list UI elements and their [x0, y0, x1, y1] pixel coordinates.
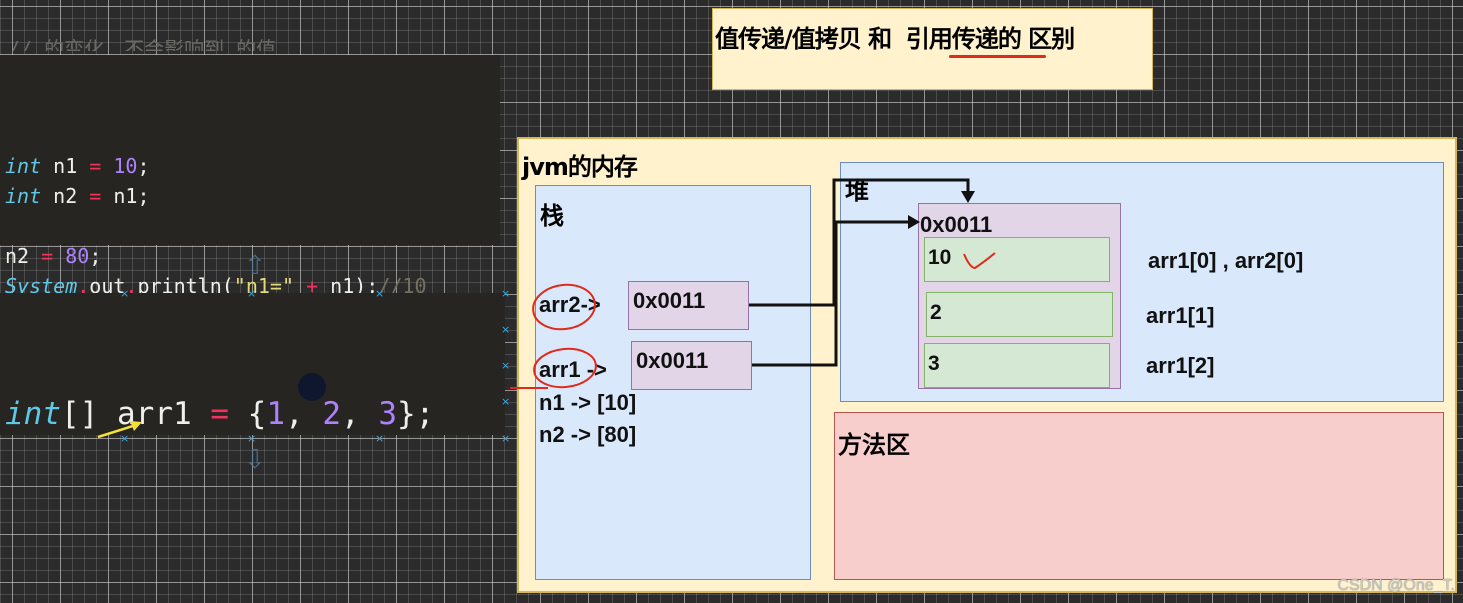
cell-label-arr-1: arr1[1]	[1146, 303, 1215, 328]
code-token: 10	[113, 154, 138, 178]
arr1-label: arr1 ->	[539, 357, 607, 382]
code-comment-faded: // 的变化，不会影响到 的值	[8, 39, 277, 51]
cell-label-arr-2: arr1[2]	[1146, 353, 1215, 378]
cell-value: 3	[928, 352, 940, 375]
code-token: ,	[340, 396, 379, 432]
mouse-cursor-dot	[298, 373, 326, 401]
code-token: 2	[322, 396, 341, 432]
code-token: int	[5, 154, 42, 178]
code-token: =	[210, 396, 229, 432]
code-token: n1	[41, 154, 90, 178]
arr1-pointer-value: 0x0011	[636, 348, 709, 373]
code-token: =	[41, 244, 54, 268]
heap-array-cell: 2	[926, 292, 1113, 337]
code-token: 80	[65, 244, 90, 268]
resize-up-arrow-icon[interactable]: ⇧	[244, 252, 266, 278]
method-area-region: 方法区	[834, 412, 1444, 580]
arr2-pointer-box: 0x0011	[628, 281, 749, 330]
arr2-pointer-value: 0x0011	[633, 288, 706, 313]
selection-handle[interactable]: ×	[375, 288, 384, 299]
code-token: ,	[284, 396, 323, 432]
stack-title: 栈	[540, 202, 564, 230]
heap-title: 堆	[845, 177, 869, 205]
code-token: 1	[266, 396, 285, 432]
selection-handle[interactable]: ×	[501, 396, 510, 407]
arr2-label: arr2->	[539, 292, 601, 317]
code-block-primitive: // 的变化，不会影响到 的值 int n1 = 10; int n2 = n1;…	[0, 39, 500, 328]
yellow-annotation-arrow-icon	[97, 421, 142, 439]
code-block-array: int[] arr1 = {1, 2, 3};int[] arr2 = arr1…	[0, 293, 505, 435]
title-underline-annotation	[949, 55, 1046, 58]
arr1-pointer-box: 0x0011	[631, 341, 752, 390]
heap-array-cell: 3	[924, 343, 1110, 388]
code-token: n2	[5, 244, 42, 268]
method-area-title: 方法区	[838, 431, 910, 459]
title-box: 值传递/值拷贝 和 引用传递的 区别	[712, 8, 1153, 90]
selection-handle[interactable]: ×	[120, 288, 129, 299]
code-token: n2	[41, 184, 90, 208]
code-line: int n1 = 10;	[0, 151, 500, 181]
code-line: int[] arr1 = {1, 2, 3};	[0, 391, 505, 435]
code-lines: int[] arr1 = {1, 2, 3};int[] arr2 = arr1…	[0, 391, 505, 435]
selection-handle[interactable]: ×	[501, 360, 510, 371]
cell-value: 10	[928, 246, 952, 269]
title-text: 值传递/值拷贝 和 引用传递的 区别	[715, 25, 1075, 53]
selection-handle[interactable]: ×	[501, 288, 510, 299]
code-token: ;	[137, 154, 150, 178]
cell-label-arr-0: arr1[0] , arr2[0]	[1148, 248, 1304, 273]
code-token: =	[89, 184, 102, 208]
selection-handle[interactable]: ×	[375, 433, 384, 444]
watermark: CSDN @One_T.	[1337, 577, 1455, 594]
code-token: int	[5, 184, 42, 208]
selection-handle[interactable]: ×	[247, 433, 256, 444]
code-token: ;	[89, 244, 102, 268]
code-token: =	[89, 154, 102, 178]
jvm-title: jvm的内存	[522, 153, 638, 181]
selection-handle[interactable]: ×	[247, 288, 256, 299]
n2-label: n2 -> [80]	[539, 422, 637, 447]
code-token: {	[228, 396, 267, 432]
selection-handle[interactable]: ×	[501, 324, 510, 335]
code-token: n1;	[101, 184, 150, 208]
code-line: int n2 = n1;	[0, 181, 500, 211]
heap-array-cell: 10	[924, 237, 1110, 282]
cell-value: 2	[930, 301, 942, 324]
selection-handle[interactable]: ×	[501, 433, 510, 444]
n1-label: n1 -> [10]	[539, 390, 637, 415]
heap-array-address: 0x0011	[920, 212, 993, 237]
resize-down-arrow-icon[interactable]: ⇩	[244, 446, 266, 472]
code-token: };	[396, 396, 435, 432]
code-token: 3	[378, 396, 397, 432]
code-token: int	[5, 396, 61, 432]
